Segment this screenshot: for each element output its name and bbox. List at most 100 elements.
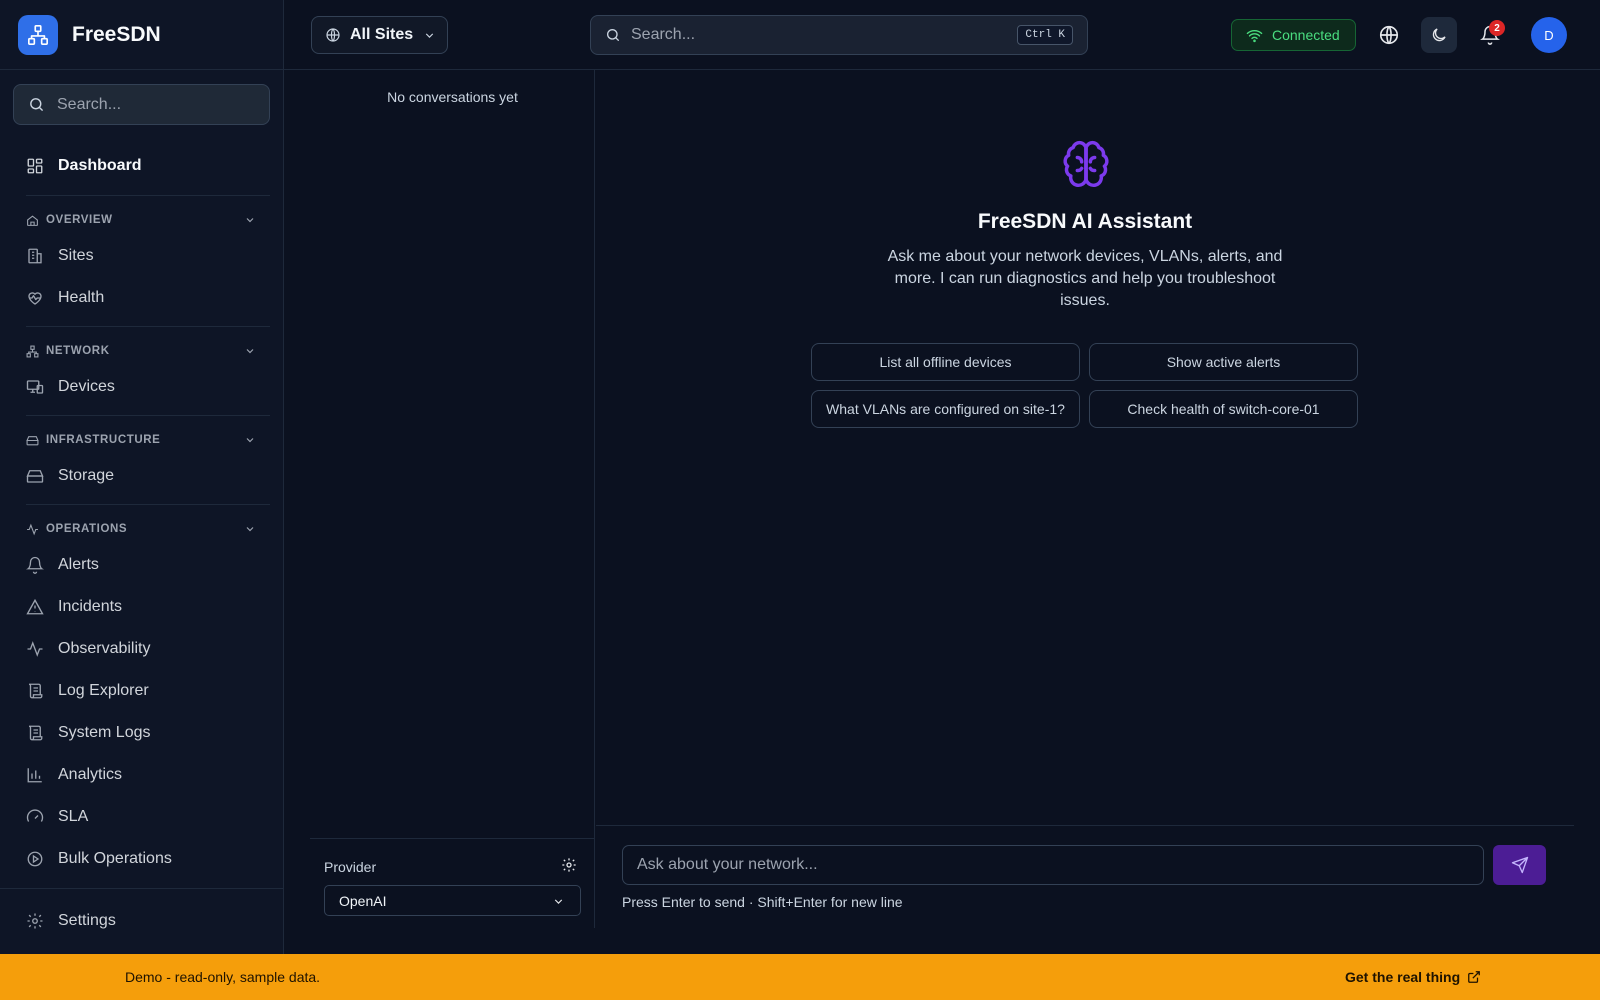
suggestion-button[interactable]: List all offline devices [811, 343, 1080, 381]
sidebar-item-settings[interactable]: Settings [14, 903, 270, 939]
provider-label: Provider [324, 859, 377, 875]
get-real-thing-link[interactable]: Get the real thing [1345, 969, 1481, 985]
send-button[interactable] [1493, 845, 1546, 885]
conversations-panel: No conversations yet Provider OpenAI [310, 70, 595, 928]
sidebar-item-dashboard[interactable]: Dashboard [14, 148, 270, 184]
divider [26, 326, 270, 327]
provider-select[interactable]: OpenAI [324, 885, 581, 916]
brand[interactable]: FreeSDN [0, 0, 283, 70]
divider [26, 504, 270, 505]
connection-status-label: Connected [1272, 27, 1340, 43]
home-icon [26, 214, 39, 227]
section-label: OPERATIONS [46, 523, 128, 535]
global-search-input[interactable] [631, 26, 1011, 44]
sidebar-item-system-logs[interactable]: System Logs [14, 715, 270, 751]
avatar[interactable]: D [1531, 17, 1567, 53]
notifications-button[interactable]: 2 [1472, 17, 1508, 53]
sidebar-item-label: Bulk Operations [58, 850, 172, 867]
sidebar-item-label: Incidents [58, 598, 123, 615]
divider [26, 195, 270, 196]
scroll-text-icon [26, 724, 44, 742]
network-icon [26, 345, 39, 358]
activity-icon [26, 640, 44, 658]
sidebar-item-sla[interactable]: SLA [14, 799, 270, 835]
sidebar-item-label: Analytics [58, 766, 123, 783]
external-link-icon [1467, 970, 1481, 984]
sidebar-item-log-explorer[interactable]: Log Explorer [14, 673, 270, 709]
section-label: OVERVIEW [46, 214, 113, 226]
search-icon [28, 96, 45, 113]
sidebar: FreeSDN Dashboard OVERVIEW Sites Heal [0, 0, 284, 954]
sidebar-item-label: Storage [58, 467, 115, 484]
hard-drive-icon [26, 434, 39, 447]
sidebar-item-observability[interactable]: Observability [14, 631, 270, 667]
global-search[interactable]: Ctrl K [590, 15, 1088, 55]
building-icon [26, 247, 44, 265]
theme-toggle-button[interactable] [1421, 17, 1457, 53]
language-button[interactable] [1371, 17, 1407, 53]
sidebar-item-bulk-operations[interactable]: Bulk Operations [14, 841, 270, 877]
gear-icon[interactable] [561, 857, 579, 875]
sidebar-search[interactable] [13, 84, 270, 125]
suggestion-button[interactable]: Show active alerts [1089, 343, 1358, 381]
dashboard-icon [26, 157, 44, 175]
message-composer: Press Enter to send · Shift+Enter for ne… [596, 825, 1574, 928]
suggestion-button[interactable]: Check health of switch-core-01 [1089, 390, 1358, 428]
chevron-down-icon [244, 523, 256, 535]
section-label: NETWORK [46, 345, 110, 357]
play-circle-icon [26, 850, 44, 868]
sidebar-item-label: Devices [58, 378, 115, 395]
search-icon [605, 27, 621, 43]
connection-status-badge: Connected [1231, 19, 1356, 51]
sidebar-item-label: System Logs [58, 724, 151, 741]
chevron-down-icon [552, 895, 565, 908]
bar-chart-icon [26, 766, 44, 784]
sidebar-item-sites[interactable]: Sites [14, 238, 270, 274]
gauge-icon [26, 808, 44, 826]
sidebar-item-label: Health [58, 289, 105, 306]
sidebar-item-label: SLA [58, 808, 89, 825]
wifi-icon [1246, 27, 1263, 44]
sidebar-item-alerts[interactable]: Alerts [14, 547, 270, 583]
demo-banner-text: Demo - read-only, sample data. [125, 969, 321, 985]
provider-section: Provider OpenAI [310, 838, 595, 928]
gear-icon [26, 912, 44, 930]
globe-icon [325, 27, 341, 43]
chevron-down-icon [244, 434, 256, 446]
section-network[interactable]: NETWORK [14, 340, 270, 362]
section-overview[interactable]: OVERVIEW [14, 209, 270, 231]
sidebar-item-label: Alerts [58, 556, 99, 573]
chevron-down-icon [423, 29, 436, 42]
site-selector-label: All Sites [350, 26, 414, 43]
message-input[interactable] [622, 845, 1484, 885]
conversations-empty-text: No conversations yet [387, 89, 518, 105]
sidebar-item-label: Log Explorer [58, 682, 149, 699]
chevron-down-icon [244, 345, 256, 357]
banner-link-label: Get the real thing [1345, 969, 1461, 985]
sidebar-search-input[interactable] [57, 95, 257, 114]
sidebar-item-devices[interactable]: Devices [14, 369, 270, 405]
warning-triangle-icon [26, 598, 44, 616]
keyboard-shortcut-hint: Ctrl K [1017, 25, 1073, 45]
sidebar-item-health[interactable]: Health [14, 280, 270, 316]
chevron-down-icon [244, 214, 256, 226]
top-bar: All Sites Ctrl K Connected 2 D [284, 0, 1600, 70]
demo-banner: Demo - read-only, sample data. Get the r… [0, 954, 1600, 1000]
chat-area: FreeSDN AI Assistant Ask me about your n… [596, 70, 1574, 928]
section-infrastructure[interactable]: INFRASTRUCTURE [14, 429, 270, 451]
scroll-text-icon [26, 682, 44, 700]
sidebar-item-label: Observability [58, 640, 151, 657]
moon-icon [1430, 26, 1448, 44]
sidebar-item-label: Dashboard [58, 157, 142, 174]
bell-icon [26, 556, 44, 574]
section-operations[interactable]: OPERATIONS [14, 518, 270, 540]
sidebar-item-analytics[interactable]: Analytics [14, 757, 270, 793]
site-selector[interactable]: All Sites [311, 16, 448, 54]
suggestion-button[interactable]: What VLANs are configured on site-1? [811, 390, 1080, 428]
sidebar-item-label: Sites [58, 247, 94, 264]
heart-pulse-icon [26, 289, 44, 307]
devices-icon [26, 378, 44, 396]
sidebar-item-storage[interactable]: Storage [14, 458, 270, 494]
composer-hint: Press Enter to send · Shift+Enter for ne… [622, 894, 903, 910]
sidebar-item-incidents[interactable]: Incidents [14, 589, 270, 625]
